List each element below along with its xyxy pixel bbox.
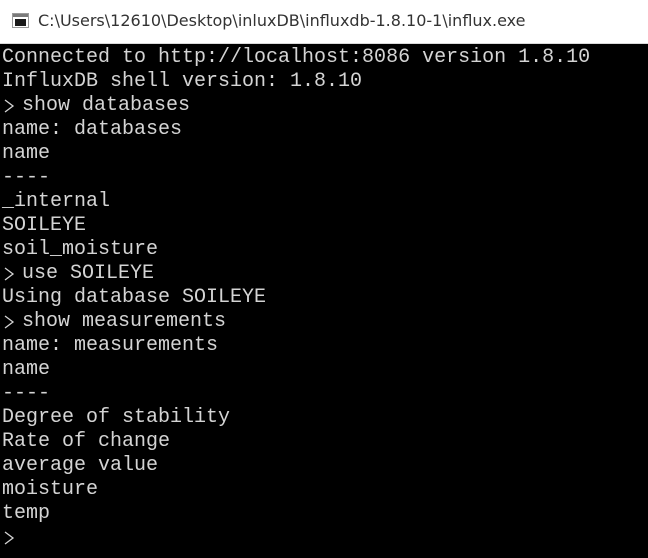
output-line: ----	[2, 166, 51, 189]
chevron-right-icon	[2, 310, 22, 334]
input-prompt-line[interactable]	[2, 526, 646, 550]
output-line: name: databases	[2, 118, 183, 141]
title-bar[interactable]: C:\Users\12610\Desktop\inluxDB\influxdb-…	[0, 0, 648, 44]
output-line: Rate of change	[2, 430, 171, 453]
output-line: moisture	[2, 478, 99, 501]
command-text: show databases	[22, 94, 191, 117]
command-text: show measurements	[22, 310, 227, 333]
command-line: show databases	[2, 94, 646, 118]
console-app-icon[interactable]	[12, 13, 29, 28]
output-line: InfluxDB shell version: 1.8.10	[2, 70, 363, 93]
output-line: average value	[2, 454, 159, 477]
output-line: _internal	[2, 190, 111, 213]
output-line: temp	[2, 502, 51, 525]
output-line: soil_moisture	[2, 238, 159, 261]
output-line: name: measurements	[2, 334, 219, 357]
chevron-right-icon	[2, 526, 22, 550]
console-window: C:\Users\12610\Desktop\inluxDB\influxdb-…	[0, 0, 648, 558]
output-line: SOILEYE	[2, 214, 87, 237]
output-line: Degree of stability	[2, 406, 231, 429]
window-title: C:\Users\12610\Desktop\inluxDB\influxdb-…	[38, 11, 526, 30]
output-line: ----	[2, 382, 51, 405]
console-output[interactable]: Connected to http://localhost:8086 versi…	[2, 46, 646, 558]
chevron-right-icon	[2, 262, 22, 286]
command-line: show measurements	[2, 310, 646, 334]
command-line: use SOILEYE	[2, 262, 646, 286]
output-line: name	[2, 142, 51, 165]
chevron-right-icon	[2, 94, 22, 118]
output-line: name	[2, 358, 51, 381]
output-line: Connected to http://localhost:8086 versi…	[2, 46, 591, 69]
command-text: use SOILEYE	[22, 262, 155, 285]
output-line: Using database SOILEYE	[2, 286, 267, 309]
